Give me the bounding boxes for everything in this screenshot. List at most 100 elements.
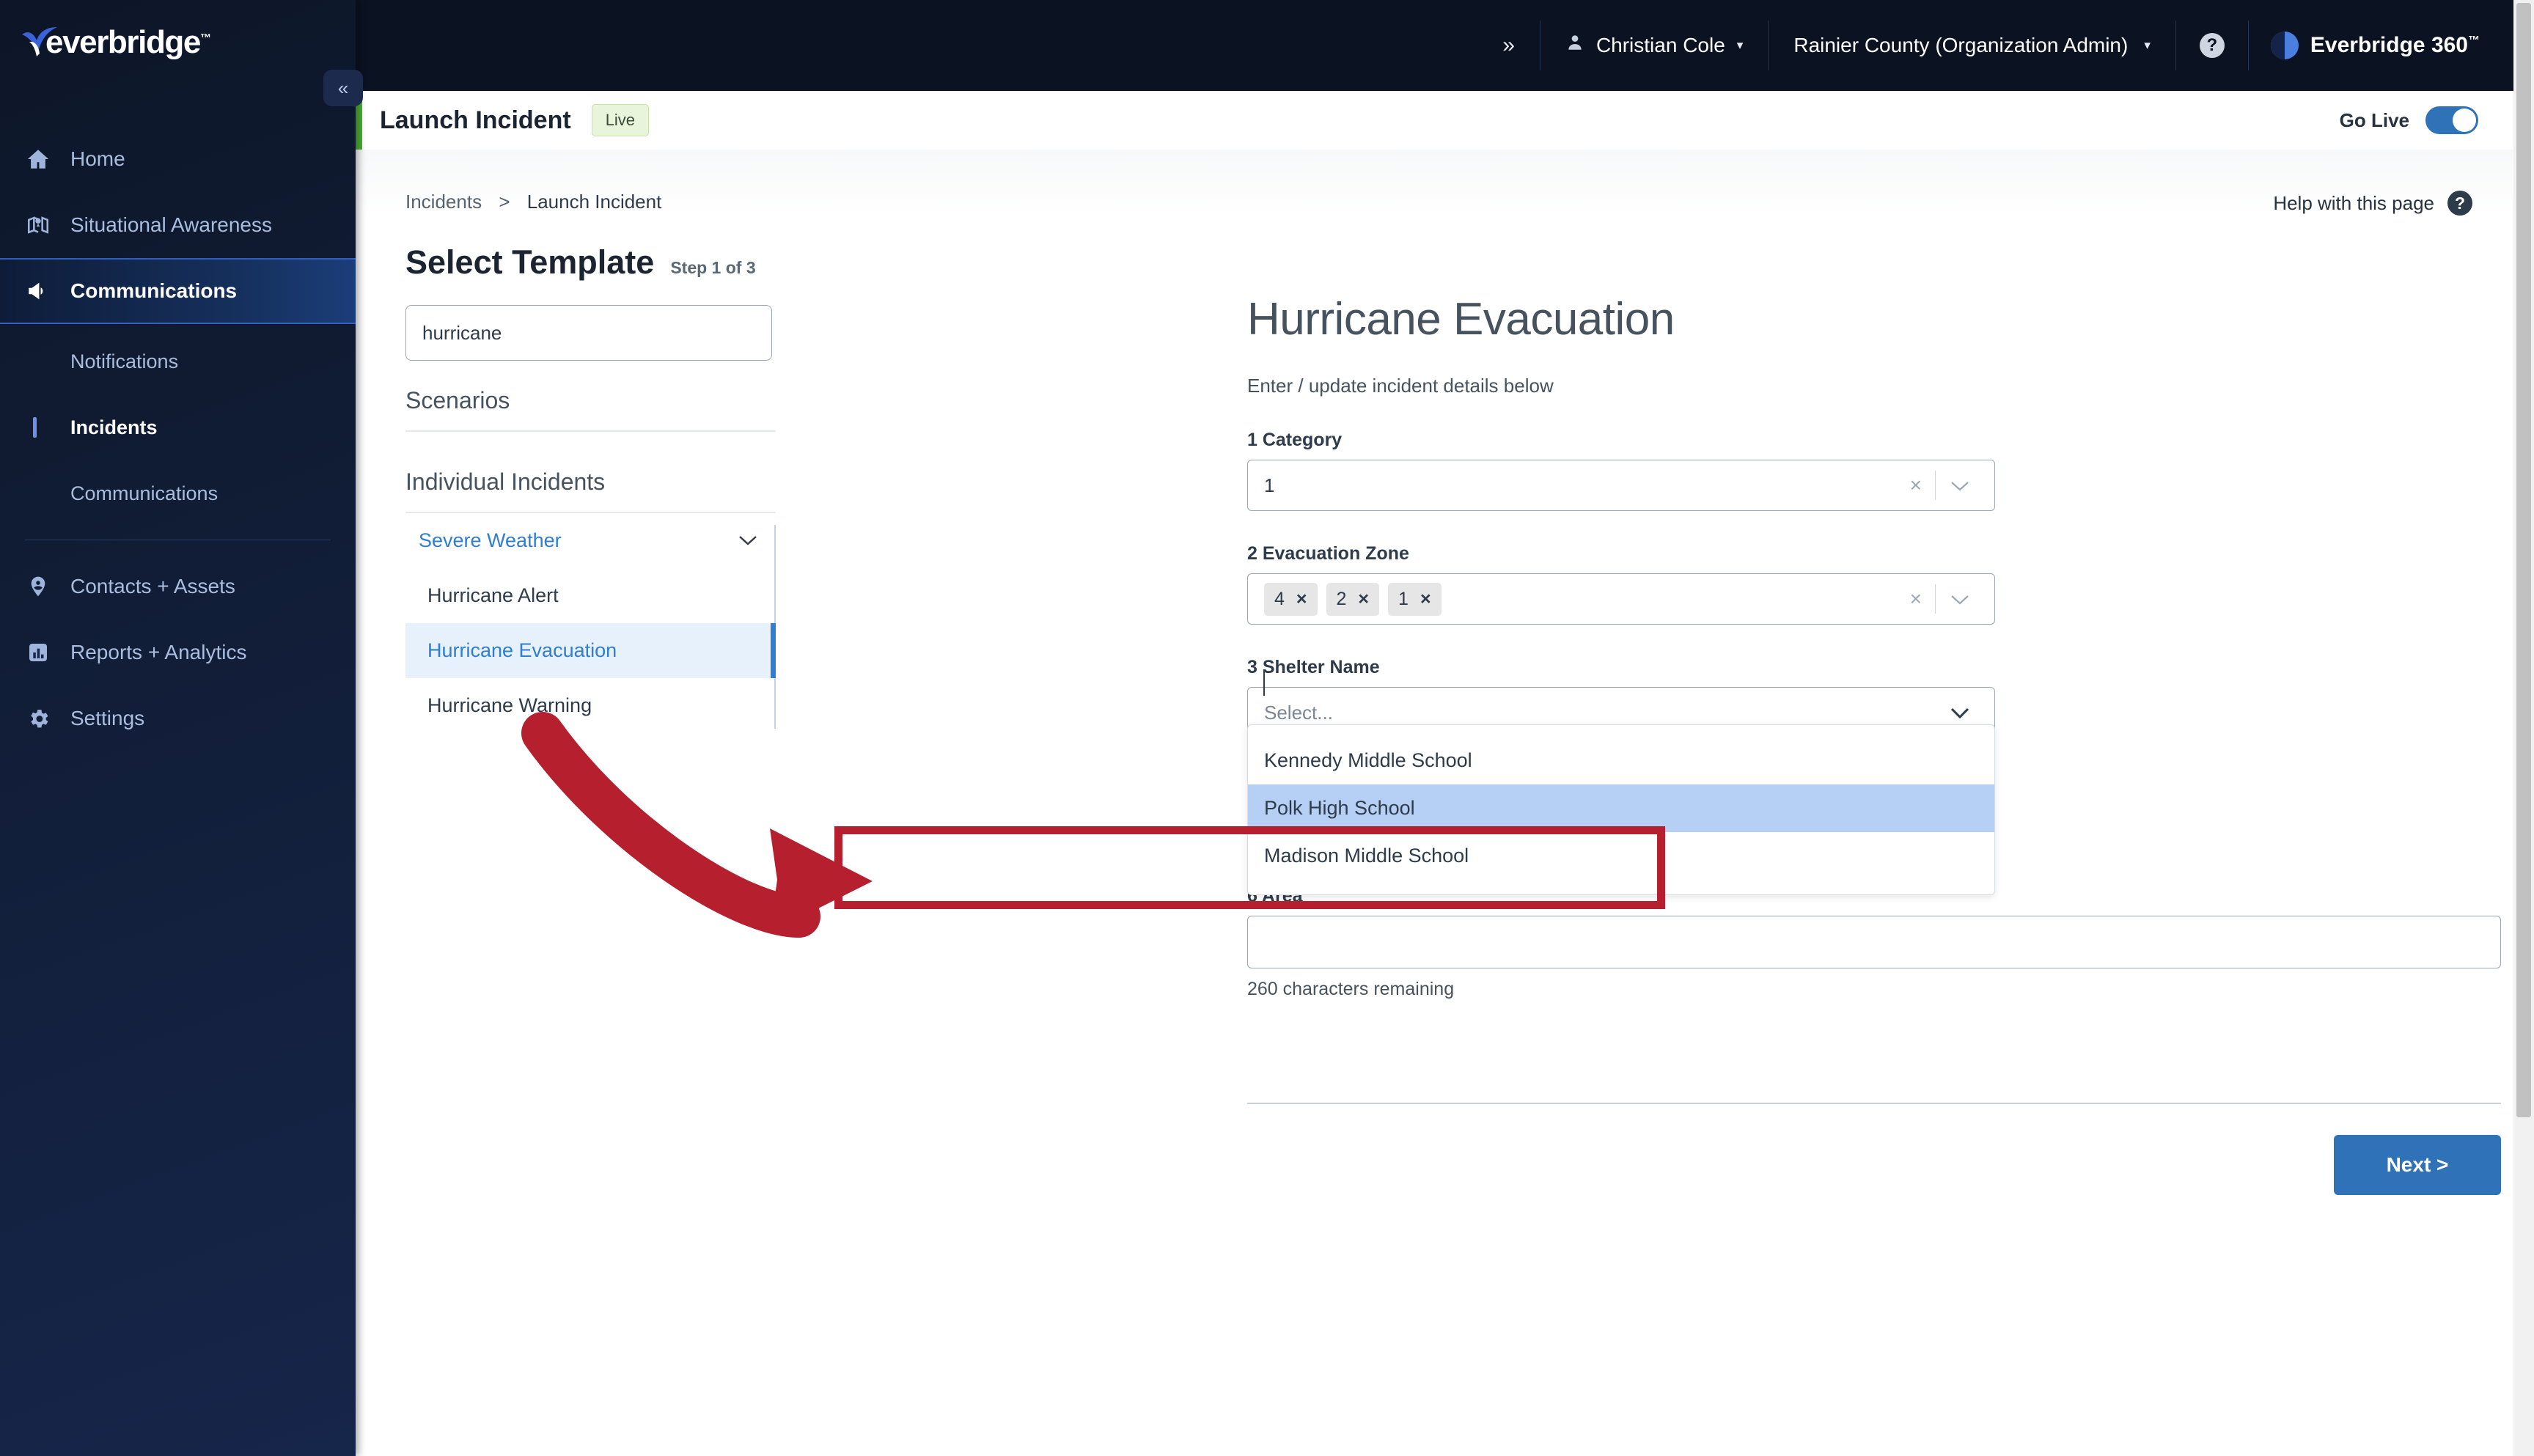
step-header: Select Template Step 1 of 3 — [405, 243, 756, 282]
go-live-toggle[interactable] — [2425, 106, 2478, 134]
page-title: Launch Incident — [380, 106, 571, 134]
sidebar-subitem-label: Incidents — [70, 416, 158, 438]
template-search-input[interactable] — [405, 305, 772, 361]
go-live-label: Go Live — [2339, 109, 2409, 131]
field-shelter-name: 3 Shelter Name Select... Kennedy Middle … — [1247, 657, 2501, 895]
field-label: 1 Category — [1247, 430, 1343, 450]
dropdown-option-polk-high-school[interactable]: Polk High School — [1248, 784, 1994, 832]
form-divider — [1247, 1103, 2501, 1104]
sidebar-item-label: Home — [70, 147, 125, 170]
sidebar-item-communications[interactable]: Communications — [0, 258, 356, 324]
template-label: Hurricane Alert — [427, 584, 559, 606]
question-mark-icon: ? — [2447, 191, 2472, 216]
sidebar-item-label: Communications — [70, 279, 238, 302]
template-item-hurricane-alert[interactable]: Hurricane Alert — [405, 568, 776, 623]
chip[interactable]: 2 × — [1326, 582, 1380, 616]
sidebar-item-communications-sub[interactable]: Communications — [0, 460, 356, 526]
clear-icon[interactable]: × — [1897, 587, 1935, 611]
sidebar-item-notifications[interactable]: Notifications — [0, 328, 356, 394]
category-value: 1 — [1264, 474, 1275, 496]
sidebar-subitem-label: Communications — [70, 482, 218, 504]
sidebar-item-label: Reports + Analytics — [70, 641, 247, 663]
field-label: 3 Shelter Name — [1247, 657, 1380, 677]
template-label: Hurricane Evacuation — [427, 639, 617, 661]
text-cursor — [1263, 669, 1265, 696]
contact-pin-icon — [25, 575, 51, 598]
bar-chart-icon — [25, 641, 51, 664]
go-live-control[interactable]: Go Live — [2340, 106, 2478, 134]
user-name: Christian Cole — [1595, 34, 1725, 56]
chip-label: 2 — [1336, 588, 1347, 609]
chip[interactable]: 4 × — [1264, 582, 1318, 616]
user-menu[interactable]: Christian Cole ▾ — [1540, 32, 1768, 59]
product-name: Everbridge — [2310, 33, 2431, 57]
help-link-label: Help with this page — [2273, 191, 2434, 214]
sidebar-item-contacts-assets[interactable]: Contacts + Assets — [0, 554, 356, 619]
expand-chevrons-icon[interactable]: » — [1477, 33, 1540, 58]
brand-logo[interactable]: everbridge™ — [21, 15, 229, 70]
template-item-hurricane-warning[interactable]: Hurricane Warning — [405, 678, 776, 733]
field-category: 1 Category 1 × — [1247, 430, 2501, 511]
dropdown-option-kennedy-middle-school[interactable]: Kennedy Middle School — [1248, 737, 1994, 784]
template-tree: Severe Weather Hurricane Alert Hurricane… — [405, 513, 776, 733]
organization-selector[interactable]: Rainier County (Organization Admin) ▾ — [1769, 34, 2175, 57]
annotation-highlight-box — [834, 826, 1665, 909]
shelter-name-placeholder: Select... — [1264, 701, 1333, 724]
form-actions: Next > — [1247, 1135, 2501, 1195]
step-title: Select Template — [405, 243, 655, 281]
question-mark-icon: ? — [2199, 33, 2225, 58]
global-help-button[interactable]: ? — [2176, 33, 2248, 58]
option-label: Polk High School — [1264, 797, 1415, 819]
organization-name: Rainier County (Organization Admin) — [1793, 34, 2129, 56]
map-pin-icon — [25, 213, 51, 238]
main-area: » Christian Cole ▾ Rainier County (Organ… — [356, 0, 2513, 1456]
avatar-icon — [1565, 32, 1584, 59]
sidebar-collapse-button[interactable]: « — [323, 70, 363, 106]
tree-group-severe-weather[interactable]: Severe Weather — [405, 513, 776, 568]
everbridge-360-switcher[interactable]: Everbridge 360™ — [2249, 32, 2480, 59]
option-label: Kennedy Middle School — [1264, 749, 1472, 771]
sidebar-item-incidents[interactable]: Incidents — [0, 394, 356, 460]
incident-details-form: Hurricane Evacuation Enter / update inci… — [1247, 293, 2501, 1195]
e360-toggle-icon — [2270, 32, 2299, 59]
clear-icon[interactable]: × — [1897, 474, 1935, 497]
evacuation-zone-multiselect[interactable]: 4 × 2 × 1 × × — [1247, 573, 1995, 625]
chevron-down-icon[interactable] — [1936, 474, 1984, 497]
breadcrumb-incidents[interactable]: Incidents — [405, 191, 482, 213]
chevron-down-icon — [738, 529, 758, 552]
page-header-bar: Launch Incident Live Go Live — [356, 91, 2513, 150]
sidebar-item-settings[interactable]: Settings — [0, 685, 356, 751]
chip-remove-icon[interactable]: × — [1420, 589, 1431, 610]
form-subtitle: Enter / update incident details below — [1247, 375, 1554, 397]
sidebar-nav: Home Situational Awareness Communication… — [0, 126, 356, 751]
sidebar-item-situational-awareness[interactable]: Situational Awareness — [0, 192, 356, 258]
area-input[interactable] — [1247, 916, 2501, 968]
chevron-down-icon: ▾ — [1736, 38, 1744, 52]
scrollbar-thumb[interactable] — [2516, 3, 2531, 1117]
breadcrumb-current: Launch Incident — [526, 191, 662, 213]
chip-remove-icon[interactable]: × — [1358, 589, 1369, 610]
chip-label: 1 — [1398, 588, 1409, 609]
chevron-double-left-icon: « — [337, 76, 349, 99]
category-select[interactable]: 1 × — [1247, 460, 1995, 511]
chevron-down-icon[interactable] — [1936, 702, 1984, 724]
chevron-down-icon[interactable] — [1936, 588, 1984, 611]
next-button[interactable]: Next > — [2334, 1135, 2501, 1195]
toggle-knob — [2453, 109, 2476, 132]
vertical-scrollbar[interactable] — [2513, 0, 2534, 1456]
help-with-this-page-link[interactable]: Help with this page ? — [2273, 191, 2472, 216]
sidebar-item-reports-analytics[interactable]: Reports + Analytics — [0, 619, 356, 685]
sidebar: everbridge™ « Home Situational Awareness… — [0, 0, 363, 1456]
chevron-down-icon: ▾ — [2144, 38, 2151, 52]
brand-wordmark: everbridge™ — [45, 24, 211, 60]
sidebar-item-home[interactable]: Home — [0, 126, 356, 192]
template-item-hurricane-evacuation[interactable]: Hurricane Evacuation — [405, 623, 776, 678]
breadcrumb: Incidents > Launch Incident — [405, 191, 661, 213]
page-content: Incidents > Launch Incident Help with th… — [356, 150, 2513, 1456]
area-characters-remaining: 260 characters remaining — [1247, 979, 1455, 999]
selected-chips: 4 × 2 × 1 × — [1264, 582, 1897, 616]
chip-remove-icon[interactable]: × — [1296, 589, 1307, 610]
sidebar-item-label: Situational Awareness — [70, 213, 272, 236]
chip-label: 4 — [1274, 588, 1285, 609]
chip[interactable]: 1 × — [1388, 582, 1442, 616]
